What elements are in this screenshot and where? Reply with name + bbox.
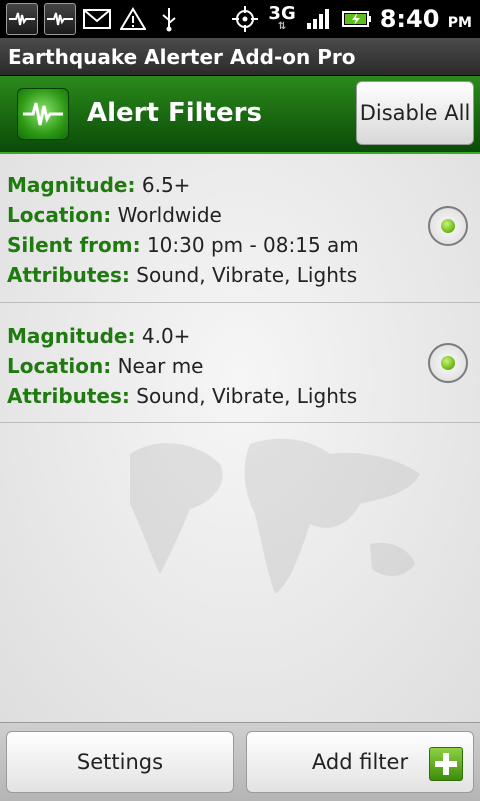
attributes-row: Attributes: Sound, Vibrate, Lights [7,384,358,408]
page-title: Alert Filters [87,98,262,128]
clock: 8:40 PM [379,5,472,33]
warning-icon [118,4,148,34]
status-bar: 3G ⇅ 8:40 PM [0,0,480,38]
usb-icon [154,4,184,34]
seismograph-icon [44,3,76,35]
silent-row: Silent from: 10:30 pm - 08:15 am [7,233,359,257]
signal-icon [304,4,334,34]
plus-icon [429,747,463,781]
alert-filters-header: Alert Filters Disable All [0,76,480,154]
filter-enabled-radio[interactable] [428,343,468,383]
bottom-action-bar: Settings Add filter [0,722,480,801]
magnitude-row: Magnitude: 4.0+ [7,324,191,348]
world-map-watermark [130,438,420,594]
disable-all-button[interactable]: Disable All [356,81,474,145]
seismograph-app-icon [17,88,69,140]
filter-list: Magnitude: 6.5+ Location: Worldwide Sile… [0,154,480,722]
gps-icon [230,4,260,34]
network-type: 3G ⇅ [268,3,296,32]
app-title: Earthquake Alerter Add-on Pro [8,45,356,69]
magnitude-row: Magnitude: 6.5+ [7,173,191,197]
attributes-row: Attributes: Sound, Vibrate, Lights [7,263,358,287]
add-filter-button[interactable]: Add filter [246,731,474,793]
gmail-icon [82,4,112,34]
location-row: Location: Worldwide [7,203,222,227]
seismograph-icon [6,3,38,35]
settings-button[interactable]: Settings [6,731,234,793]
location-row: Location: Near me [7,354,204,378]
filter-enabled-radio[interactable] [428,206,468,246]
list-item[interactable]: Magnitude: 6.5+ Location: Worldwide Sile… [0,154,480,303]
list-item[interactable]: Magnitude: 4.0+ Location: Near me Attrib… [0,303,480,423]
battery-icon [341,4,372,34]
app-title-bar: Earthquake Alerter Add-on Pro [0,38,480,76]
